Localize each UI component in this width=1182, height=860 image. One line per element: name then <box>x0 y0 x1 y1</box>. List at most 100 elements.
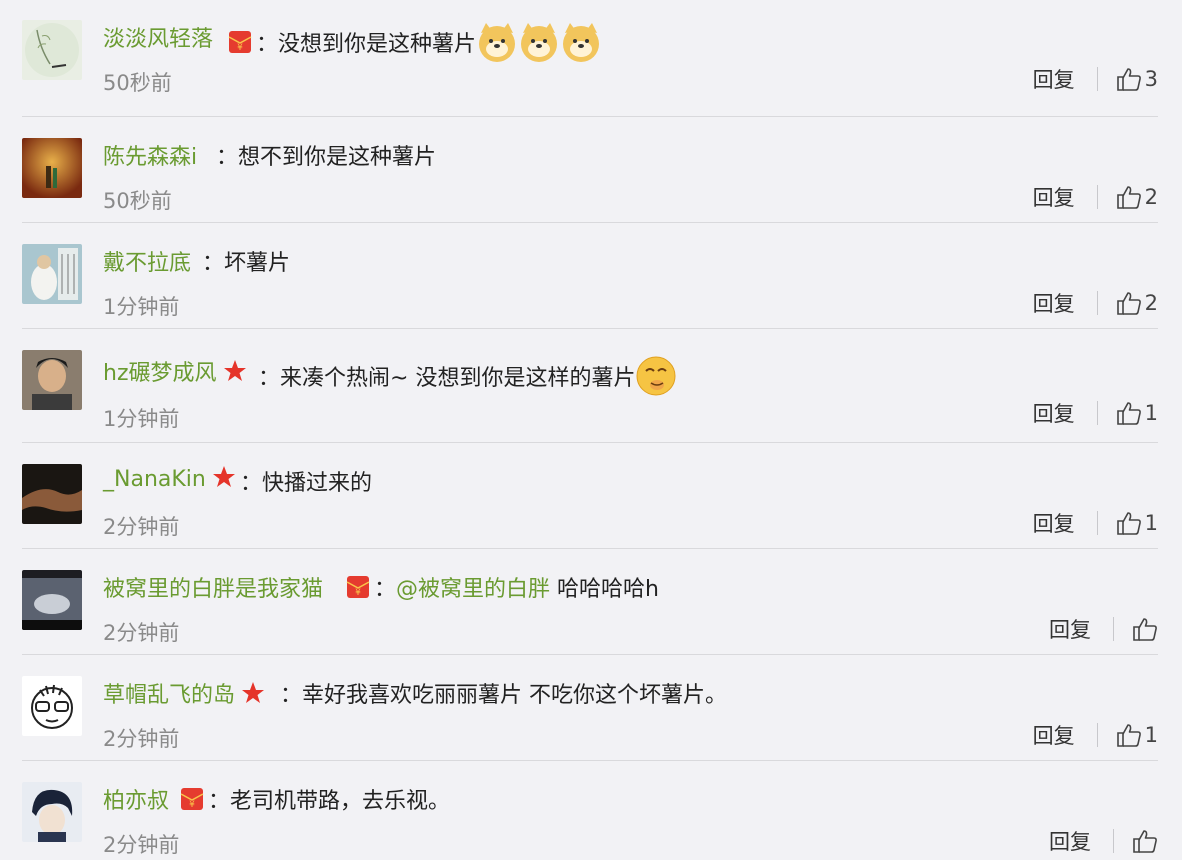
svg-text:¥: ¥ <box>355 588 361 598</box>
like-count: 2 <box>1144 185 1158 209</box>
comment-separator: ： <box>258 366 281 391</box>
username[interactable]: 草帽乱飞的岛 <box>103 677 265 709</box>
comment-text: 没想到你是这种薯片 <box>278 32 477 57</box>
like-count: 1 <box>1144 401 1158 425</box>
red-envelope-icon[interactable]: ¥ <box>228 30 252 54</box>
reply-button[interactable]: 回复 <box>1033 182 1075 212</box>
username[interactable]: 戴不拉底 <box>103 245 191 277</box>
mention-link[interactable]: @被窝里的白胖 <box>396 577 550 602</box>
comment-content: ：坏薯片 <box>202 245 290 277</box>
comment-actions: 回复 3 <box>1033 61 1158 97</box>
comment-time: 2分钟前 <box>103 621 180 645</box>
reply-button[interactable]: 回复 <box>1049 826 1091 856</box>
divider <box>1096 185 1098 209</box>
divider <box>1096 291 1098 315</box>
red-envelope-icon[interactable]: ¥ <box>180 787 204 811</box>
comment-actions: 回复 1 <box>1033 717 1158 753</box>
like-count: 1 <box>1144 511 1158 535</box>
comment-text: 哈哈哈哈h <box>550 577 659 602</box>
like-button[interactable]: 3 <box>1116 66 1158 92</box>
comment-text: 来凑个热闹~ 没想到你是这样的薯片 <box>280 366 636 391</box>
comment-list: 淡淡风轻落 ¥ ：没想到你是这种薯片 50秒前 回复 3 陈先森森i ：想不到你是… <box>0 0 1182 860</box>
comment-content: ¥ ：@被窝里的白胖 哈哈哈哈h <box>346 571 659 603</box>
comment-text: 快播过来的 <box>262 471 373 496</box>
star-icon[interactable] <box>223 359 247 383</box>
username[interactable]: 柏亦叔 <box>103 783 169 815</box>
username[interactable]: 陈先森森i <box>103 139 197 171</box>
comment-time: 2分钟前 <box>103 833 180 857</box>
comment-time: 1分钟前 <box>103 295 180 319</box>
comment-text: 幸好我喜欢吃丽丽薯片 不吃你这个坏薯片。 <box>302 683 728 708</box>
avatar[interactable] <box>22 782 82 842</box>
like-button[interactable] <box>1132 616 1158 642</box>
comment-separator: ： <box>216 145 239 170</box>
comment-item: 戴不拉底 ：坏薯片 1分钟前 回复 2 <box>22 222 1158 328</box>
comment-separator: ： <box>256 32 279 57</box>
thumbs-up-icon <box>1133 830 1157 853</box>
avatar[interactable] <box>22 676 82 736</box>
reply-button[interactable]: 回复 <box>1033 398 1075 428</box>
username[interactable]: 淡淡风轻落 <box>103 21 213 53</box>
star-icon[interactable] <box>212 465 236 489</box>
divider <box>1096 67 1098 91</box>
like-button[interactable]: 1 <box>1116 722 1158 748</box>
comment-item: 柏亦叔 ¥ ：老司机带路，去乐视。 2分钟前 回复 <box>22 760 1158 860</box>
thumbs-up-icon <box>1116 292 1141 315</box>
reply-button[interactable]: 回复 <box>1033 508 1075 538</box>
doge-icon <box>476 21 518 63</box>
username[interactable]: hz碾梦成风 <box>103 355 247 387</box>
comment-actions: 回复 2 <box>1033 179 1158 215</box>
comment-separator: ： <box>208 789 231 814</box>
thumbs-up-icon <box>1116 186 1141 209</box>
comment-content: ：来凑个热闹~ 没想到你是这样的薯片 <box>258 355 677 397</box>
comment-time: 1分钟前 <box>103 407 180 431</box>
like-button[interactable] <box>1132 828 1158 854</box>
divider <box>1096 401 1098 425</box>
svg-text:¥: ¥ <box>189 800 195 810</box>
comment-time: 2分钟前 <box>103 515 180 539</box>
avatar[interactable] <box>22 138 82 198</box>
thumbs-up-icon <box>1116 402 1141 425</box>
like-count: 3 <box>1144 67 1158 91</box>
avatar[interactable] <box>22 20 82 80</box>
comment-item: hz碾梦成风 ：来凑个热闹~ 没想到你是这样的薯片 1分钟前 回复 1 <box>22 328 1158 442</box>
reply-button[interactable]: 回复 <box>1033 64 1075 94</box>
divider <box>1096 511 1098 535</box>
comment-content: ：快播过来的 <box>240 465 372 497</box>
comment-actions: 回复 <box>1049 611 1158 647</box>
comment-content: ：幸好我喜欢吃丽丽薯片 不吃你这个坏薯片。 <box>280 677 727 709</box>
red-envelope-icon[interactable]: ¥ <box>346 575 370 599</box>
username[interactable]: 被窝里的白胖是我家猫 <box>103 571 323 603</box>
thumbs-up-icon <box>1116 512 1141 535</box>
comment-item: 淡淡风轻落 ¥ ：没想到你是这种薯片 50秒前 回复 3 <box>22 0 1158 104</box>
avatar[interactable] <box>22 350 82 410</box>
svg-text:¥: ¥ <box>237 43 243 53</box>
comment-separator: ： <box>374 577 397 602</box>
star-icon[interactable] <box>241 681 265 705</box>
comment-item: 草帽乱飞的岛 ：幸好我喜欢吃丽丽薯片 不吃你这个坏薯片。 2分钟前 回复 1 <box>22 654 1158 760</box>
comment-time: 50秒前 <box>103 71 172 95</box>
comment-item: 被窝里的白胖是我家猫 ¥ ：@被窝里的白胖 哈哈哈哈h 2分钟前 回复 <box>22 548 1158 654</box>
thumbs-up-icon <box>1133 618 1157 641</box>
username[interactable]: _NanaKin <box>103 465 236 492</box>
reply-button[interactable]: 回复 <box>1049 614 1091 644</box>
comment-actions: 回复 1 <box>1033 505 1158 541</box>
comment-item: 陈先森森i ：想不到你是这种薯片 50秒前 回复 2 <box>22 116 1158 222</box>
like-count: 1 <box>1144 723 1158 747</box>
like-button[interactable]: 1 <box>1116 400 1158 426</box>
like-count: 2 <box>1144 291 1158 315</box>
avatar[interactable] <box>22 570 82 630</box>
comment-content: ¥ ：没想到你是这种薯片 <box>228 21 602 63</box>
comment-text: 坏薯片 <box>224 251 291 276</box>
reply-button[interactable]: 回复 <box>1033 720 1075 750</box>
comment-separator: ： <box>202 251 225 276</box>
like-button[interactable]: 1 <box>1116 510 1158 536</box>
like-button[interactable]: 2 <box>1116 184 1158 210</box>
avatar[interactable] <box>22 464 82 524</box>
like-button[interactable]: 2 <box>1116 290 1158 316</box>
avatar[interactable] <box>22 244 82 304</box>
comment-actions: 回复 1 <box>1033 395 1158 431</box>
reply-button[interactable]: 回复 <box>1033 288 1075 318</box>
thumbs-up-icon <box>1116 68 1141 91</box>
comment-actions: 回复 <box>1049 823 1158 859</box>
